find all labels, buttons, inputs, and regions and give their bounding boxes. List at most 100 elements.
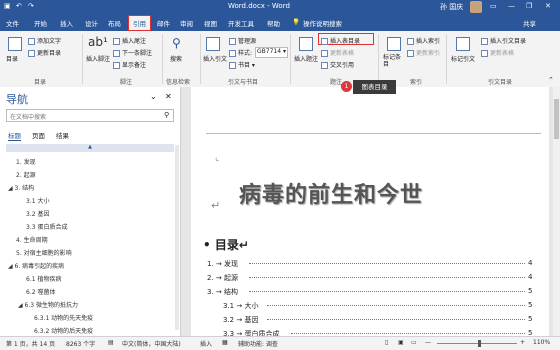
manage-sources-button[interactable]: 管理源	[229, 36, 256, 45]
dot-leader	[267, 305, 525, 306]
tab-results[interactable]: 结果	[56, 130, 69, 140]
read-mode-icon[interactable]: ▯	[385, 339, 388, 346]
nav-heading-item[interactable]: ◢ 6. 病毒引起的疾病	[8, 261, 64, 270]
update-index-button[interactable]: 更新索引	[407, 48, 440, 57]
tab-help[interactable]: 帮助	[267, 18, 280, 28]
zoom-slider-thumb[interactable]	[478, 340, 481, 347]
user-name[interactable]: 孙 国庆	[440, 2, 463, 12]
nav-heading-item[interactable]: 6.1 植物疾病	[26, 274, 61, 283]
insert-table-of-authorities-button[interactable]: 插入引文目录	[481, 36, 526, 45]
tab-pages[interactable]: 页面	[32, 130, 45, 140]
tab-headings[interactable]: 标题	[8, 130, 21, 141]
divider	[82, 34, 83, 84]
tab-review[interactable]: 审阅	[180, 18, 193, 28]
zoom-slider[interactable]	[437, 343, 517, 344]
scroll-up-bar[interactable]: ▲	[6, 144, 174, 152]
mark-entry-icon	[387, 37, 401, 51]
nav-heading-item[interactable]: 4. 生命周期	[16, 235, 48, 244]
tab-view[interactable]: 视图	[204, 18, 217, 28]
update-table-button[interactable]: 更新表格	[321, 48, 354, 57]
macro-icon[interactable]: ▦	[222, 339, 228, 346]
style-label: 样式:	[229, 48, 252, 57]
nav-heading-item[interactable]: ◢ 3. 结构	[8, 183, 34, 192]
tab-developer[interactable]: 开发工具	[228, 18, 254, 28]
insert-caption-button[interactable]: 插入题注	[294, 54, 318, 63]
tab-references[interactable]: 引用	[128, 15, 151, 31]
update-toc-button[interactable]: 更新目录	[28, 48, 61, 57]
language-status[interactable]: 中文(简体，中国大陆)	[122, 339, 181, 348]
nav-search-input[interactable]: 在文档中搜索	[6, 109, 174, 122]
nav-heading-item[interactable]: 6.3.2 动物的后天免疫	[34, 326, 93, 335]
tab-file[interactable]: 文件	[6, 18, 19, 28]
accessibility-status[interactable]: 辅助功能: 调查	[238, 339, 278, 348]
insert-table-of-figures-button[interactable]: 插入表目录	[321, 36, 360, 45]
nav-heading-item[interactable]: 6.3.1 动物的先天免疫	[34, 313, 93, 322]
proofing-icon[interactable]: ▤	[108, 339, 114, 346]
tab-layout[interactable]: 布局	[108, 18, 121, 28]
minimize-icon[interactable]: —	[508, 2, 515, 10]
mark-citation-button[interactable]: 标记引文	[451, 54, 475, 63]
page-count[interactable]: 第 1 页，共 14 页	[6, 339, 55, 348]
restore-icon[interactable]: ❐	[526, 2, 532, 10]
collapse-ribbon-icon[interactable]: ⌃	[548, 76, 554, 84]
tab-design[interactable]: 设计	[85, 18, 98, 28]
nav-scrollbar[interactable]	[175, 145, 179, 330]
nav-heading-item[interactable]: 3.2 基因	[26, 209, 49, 218]
web-layout-icon[interactable]: ▭	[411, 339, 417, 346]
insert-footnote-button[interactable]: 插入脚注	[86, 54, 110, 63]
avatar[interactable]	[470, 1, 482, 13]
next-footnote-button[interactable]: 下一条脚注	[113, 48, 152, 57]
citation-style-select[interactable]: GB7714 ▾	[255, 47, 288, 58]
zoom-out-icon[interactable]: —	[425, 339, 431, 346]
nav-heading-item[interactable]: 6.2 噬菌体	[26, 287, 55, 296]
chevron-down-icon[interactable]: ⌄	[150, 92, 157, 101]
search-icon[interactable]: ⚲	[164, 111, 169, 119]
tab-home[interactable]: 开始	[34, 18, 47, 28]
update-toa-button[interactable]: 更新表格	[481, 48, 514, 57]
toc-entry[interactable]: 1. → 发现	[207, 259, 238, 269]
nav-heading-item[interactable]: 2. 起源	[16, 170, 36, 179]
nav-heading-item[interactable]: 1. 发现	[16, 157, 36, 166]
print-layout-icon[interactable]: ▣	[398, 339, 404, 346]
word-count[interactable]: 8263 个字	[66, 339, 95, 348]
redo-icon[interactable]: ↷	[28, 2, 34, 10]
dot-leader	[291, 333, 525, 334]
scroll-thumb[interactable]	[554, 99, 559, 139]
nav-heading-item[interactable]: 3.1 大小	[26, 196, 49, 205]
share-button[interactable]: 共享	[523, 18, 536, 28]
insert-endnote-button[interactable]: 插入尾注	[113, 36, 146, 45]
save-icon[interactable]: ▣	[4, 2, 11, 10]
ribbon-display-icon[interactable]: ▭	[490, 2, 497, 10]
insert-citation-button[interactable]: 插入引文	[203, 54, 227, 63]
document-scrollbar[interactable]	[553, 87, 560, 336]
bibliography-button[interactable]: 书目 ▾	[229, 60, 255, 69]
tab-mailings[interactable]: 邮件	[157, 18, 170, 28]
toc-entry[interactable]: 3. → 结构	[207, 287, 238, 297]
toc-entry[interactable]: 3.2 → 基因	[223, 315, 258, 325]
toc-heading[interactable]: • 目录↵	[203, 236, 249, 253]
nav-heading-item[interactable]: 5. 对宿主细胞的影响	[16, 248, 72, 257]
nav-heading-item[interactable]: ◢ 6.3 微生物的抵抗力	[18, 300, 78, 309]
document-title[interactable]: 病毒的前生和今世	[239, 177, 423, 209]
document-page[interactable]: ⌞ 病毒的前生和今世 ↵ • 目录↵ 1. → 发现 4 2. → 起源 4 3…	[191, 87, 549, 338]
toc-entry[interactable]: 3.1 → 大小	[223, 301, 258, 311]
show-notes-button[interactable]: 显示备注	[113, 60, 146, 69]
toc-entry[interactable]: 2. → 起源	[207, 273, 238, 283]
group-label-footnotes: 脚注	[120, 79, 133, 86]
close-icon[interactable]: ✕	[165, 92, 172, 101]
search-button[interactable]: 搜索	[170, 54, 182, 63]
nav-heading-item[interactable]: 3.3 蛋白质合成	[26, 222, 67, 231]
insert-mode[interactable]: 插入	[200, 339, 212, 348]
tab-insert[interactable]: 插入	[60, 18, 73, 28]
zoom-in-icon[interactable]: +	[520, 339, 525, 346]
toc-button[interactable]: 目录	[6, 54, 18, 63]
add-text-button[interactable]: 添加文字	[28, 36, 61, 45]
zoom-level[interactable]: 110%	[533, 339, 550, 346]
insert-index-button[interactable]: 插入索引	[407, 36, 440, 45]
undo-icon[interactable]: ↶	[16, 2, 22, 10]
close-icon[interactable]: ✕	[545, 2, 551, 10]
tell-me-search[interactable]: 操作说明搜索	[303, 18, 342, 28]
cross-reference-button[interactable]: 交叉引用	[321, 60, 354, 69]
nav-title: 导航	[6, 93, 28, 106]
mark-entry-button[interactable]: 标记条目	[383, 54, 403, 68]
